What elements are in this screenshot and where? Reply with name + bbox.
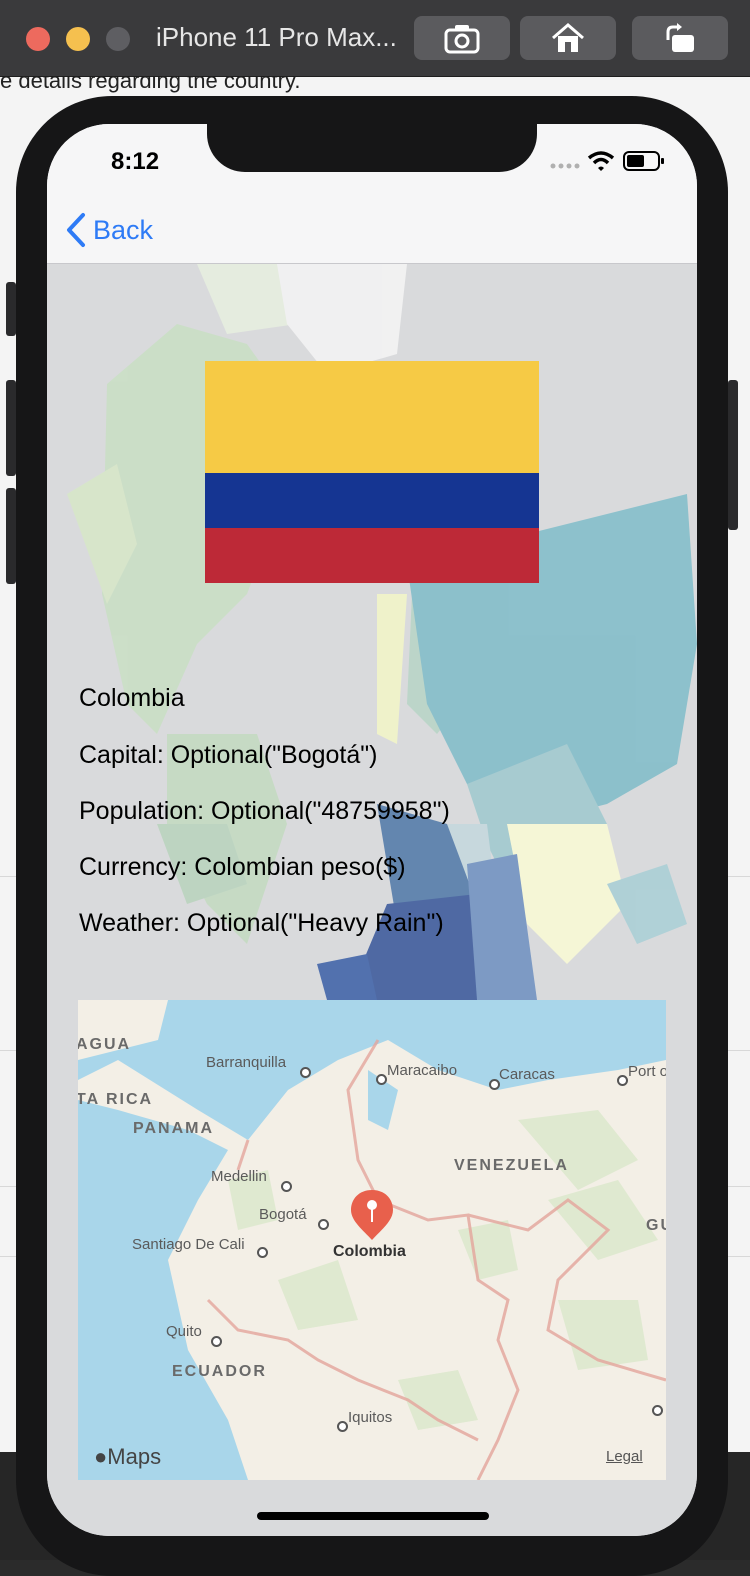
map-label-panama: PANAMA xyxy=(133,1120,215,1137)
weather-label: Weather: Optional("Heavy Rain") xyxy=(79,909,444,937)
city-dot xyxy=(489,1079,500,1090)
map-city-cali: Santiago De Cali xyxy=(132,1236,245,1253)
country-name: Colombia xyxy=(79,684,185,712)
city-dot xyxy=(617,1075,628,1086)
map-pin-label: Colombia xyxy=(333,1243,406,1260)
flag-stripe-yellow xyxy=(205,361,539,473)
city-dot xyxy=(318,1219,329,1230)
home-icon xyxy=(552,23,584,52)
map-view[interactable]: AGUA TA RICA PANAMA VENEZUELA GU ECUADOR… xyxy=(78,1000,666,1480)
country-flag xyxy=(205,361,539,583)
volume-down-button xyxy=(6,488,16,584)
wifi-icon xyxy=(587,151,615,171)
map-pin-icon[interactable] xyxy=(349,1188,395,1242)
city-dot xyxy=(337,1421,348,1432)
simulator-titlebar: iPhone 11 Pro Max... xyxy=(0,0,750,77)
map-city-quito: Quito xyxy=(166,1323,202,1340)
currency-label: Currency: Colombian peso($) xyxy=(79,853,406,881)
map-city-port: Port o xyxy=(628,1063,666,1080)
map-city-barranquilla: Barranquilla xyxy=(206,1054,287,1071)
map-city-iquitos: Iquitos xyxy=(348,1409,393,1426)
city-dot xyxy=(376,1074,387,1085)
map-label-venezuela: VENEZUELA xyxy=(454,1157,569,1174)
city-dot xyxy=(652,1405,663,1416)
map-label-nicaragua: AGUA xyxy=(78,1036,132,1053)
window-title: iPhone 11 Pro Max... xyxy=(156,22,397,52)
home-button[interactable] xyxy=(520,16,616,60)
power-button xyxy=(728,380,738,530)
city-dot xyxy=(281,1181,292,1192)
minimize-button[interactable] xyxy=(66,27,90,51)
flag-stripe-blue xyxy=(205,473,539,528)
capital-label: Capital: Optional("Bogotá") xyxy=(79,741,378,769)
close-button[interactable] xyxy=(26,27,50,51)
status-time: 8:12 xyxy=(111,148,160,175)
chevron-left-icon xyxy=(67,213,85,247)
map-label-guyana: GU xyxy=(646,1217,666,1234)
legal-link[interactable]: Legal xyxy=(606,1448,643,1465)
screenshot-button[interactable] xyxy=(414,16,510,60)
back-button-label: Back xyxy=(93,214,154,245)
device-screen: Colombia Capital: Optional("Bogotá") Pop… xyxy=(47,124,697,1536)
rotate-icon xyxy=(666,23,694,52)
volume-up-button xyxy=(6,380,16,476)
map-label-costa-rica: TA RICA xyxy=(78,1091,154,1108)
city-dot xyxy=(300,1067,311,1078)
map-label-ecuador: ECUADOR xyxy=(172,1363,267,1380)
map-city-bogota: Bogotá xyxy=(259,1206,307,1223)
device-notch xyxy=(207,124,537,172)
back-button[interactable]: Back xyxy=(65,212,153,248)
map-city-medellin: Medellin xyxy=(211,1168,267,1185)
flag-stripe-red xyxy=(205,528,539,583)
country-detail-view: Colombia Capital: Optional("Bogotá") Pop… xyxy=(47,264,697,1536)
cellular-signal-icon xyxy=(550,163,580,169)
city-dot xyxy=(211,1336,222,1347)
home-indicator[interactable] xyxy=(257,1512,489,1520)
map-city-caracas: Caracas xyxy=(499,1066,555,1083)
zoom-button[interactable] xyxy=(106,27,130,51)
city-dot xyxy=(257,1247,268,1258)
maps-logo: ●Maps xyxy=(94,1444,161,1470)
map-city-maracaibo: Maracaibo xyxy=(387,1062,458,1079)
battery-icon xyxy=(623,151,664,171)
apple-logo-icon: ● xyxy=(94,1444,108,1469)
screenshot-icon xyxy=(444,25,480,54)
maps-logo-text: Maps xyxy=(107,1444,162,1469)
rotate-button[interactable] xyxy=(632,16,728,60)
mute-switch xyxy=(6,282,16,336)
population-label: Population: Optional("48759958") xyxy=(79,797,450,825)
